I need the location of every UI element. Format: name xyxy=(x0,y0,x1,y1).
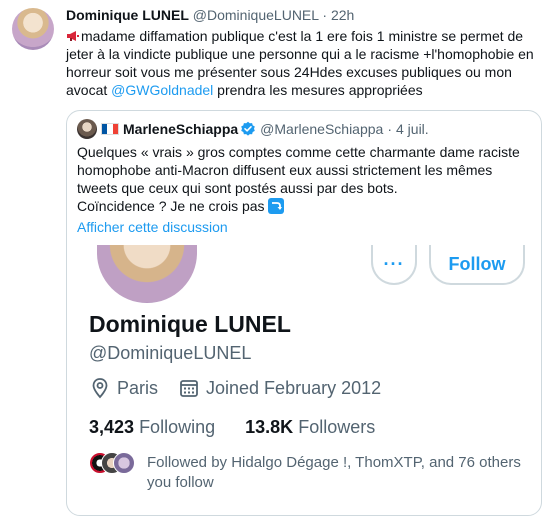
follow-button: Follow xyxy=(429,245,525,285)
followers-label: Followers xyxy=(298,417,376,437)
tweet-text-part: prendra les mesures appropriées xyxy=(213,82,423,98)
separator: · xyxy=(387,121,392,137)
followers-count: 13.8K xyxy=(245,417,294,437)
author-avatar[interactable] xyxy=(12,8,54,50)
mention-link[interactable]: @GWGoldnadel xyxy=(111,82,213,98)
profile-meta: Paris Joined February 2012 xyxy=(89,377,381,399)
profile-name: Dominique LUNEL xyxy=(89,311,291,337)
tweet-text: madame diffamation publique c'est la 1 e… xyxy=(66,27,542,99)
france-flag-icon xyxy=(101,123,119,135)
location-pin-icon xyxy=(89,377,111,399)
tweet[interactable]: Dominique LUNEL @DominiqueLUNEL · 22h ma… xyxy=(0,0,550,524)
profile-handle: @DominiqueLUNEL xyxy=(89,343,252,363)
quote-date[interactable]: 4 juil. xyxy=(396,120,429,138)
separator: · xyxy=(322,7,328,23)
quote-text-line: Quelques « vrais » gros comptes comme ce… xyxy=(77,144,520,196)
calendar-icon xyxy=(178,377,200,399)
right-arrow-curving-down-emoji xyxy=(268,198,285,214)
show-thread-link[interactable]: Afficher cette discussion xyxy=(77,218,228,236)
author-name[interactable]: Dominique LUNEL xyxy=(66,7,189,23)
author-handle[interactable]: @DominiqueLUNEL xyxy=(193,7,319,23)
quote-text-line: Coïncidence ? Je ne crois pas xyxy=(77,198,265,214)
profile-card-image: ··· Follow Dominique LUNEL @DominiqueLUN… xyxy=(77,245,533,509)
quoted-tweet[interactable]: MarleneSchiappa @MarleneSchiappa · 4 jui… xyxy=(66,110,542,516)
profile-joined: Joined February 2012 xyxy=(206,377,382,398)
following-label: Following xyxy=(139,417,216,437)
follower-avatars xyxy=(89,452,137,476)
following-count: 3,423 xyxy=(89,417,135,437)
followed-by: Followed by Hidalgo Dégage !, ThomXTP, a… xyxy=(89,452,529,493)
quote-author-avatar[interactable] xyxy=(77,119,97,139)
quote-author-handle[interactable]: @MarleneSchiappa xyxy=(260,120,383,138)
profile-avatar xyxy=(97,245,197,303)
verified-badge-icon xyxy=(240,121,256,137)
followed-by-text: Followed by Hidalgo Dégage !, ThomXTP, a… xyxy=(147,454,521,491)
quote-header: MarleneSchiappa @MarleneSchiappa · 4 jui… xyxy=(77,119,429,139)
megaphone-icon xyxy=(66,28,80,41)
quote-author-name[interactable]: MarleneSchiappa xyxy=(123,120,238,138)
profile-stats: 3,423 Following 13.8K Followers xyxy=(89,417,375,438)
tweet-time[interactable]: 22h xyxy=(331,7,354,23)
quote-text: Quelques « vrais » gros comptes comme ce… xyxy=(77,143,533,215)
profile-location: Paris xyxy=(117,377,159,398)
more-options-button: ··· xyxy=(371,245,417,285)
tweet-header: Dominique LUNEL @DominiqueLUNEL · 22h xyxy=(66,6,354,24)
